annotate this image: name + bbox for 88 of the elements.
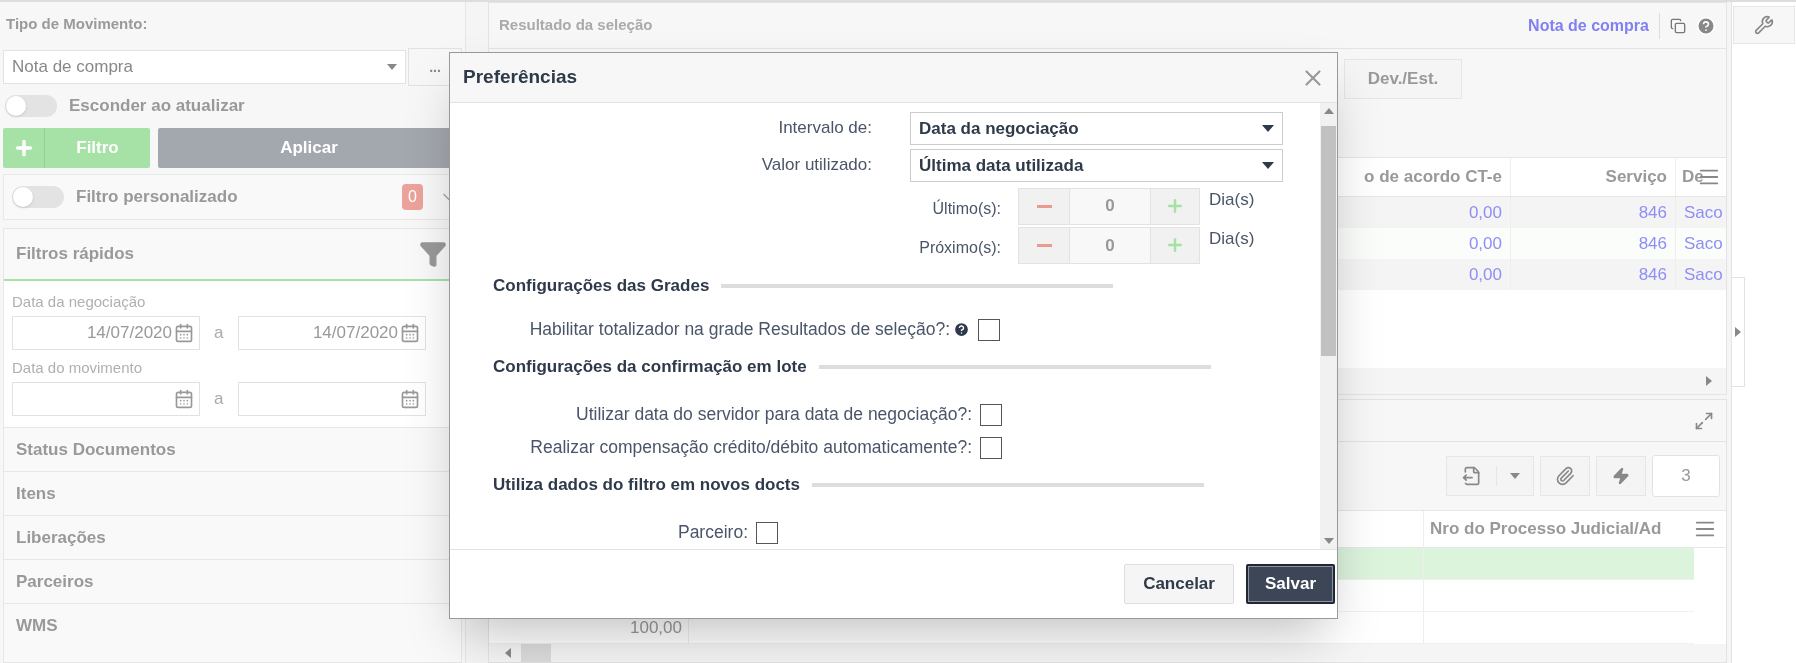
unit-label: Dia(s)	[1209, 227, 1255, 250]
decrement-button[interactable]	[1018, 226, 1070, 264]
caret-icon[interactable]	[1510, 471, 1520, 481]
caret-icon	[1262, 124, 1274, 133]
decrement-button[interactable]	[1018, 187, 1070, 225]
settings-button[interactable]	[1733, 6, 1795, 44]
range-separator: a	[214, 388, 224, 411]
help-icon	[1696, 15, 1716, 36]
field-label: Data da negociação	[12, 292, 147, 312]
file-export-icon	[1461, 466, 1482, 486]
toggle-label: Esconder ao atualizar	[69, 95, 245, 118]
scrollbar[interactable]	[1320, 103, 1337, 549]
number-field[interactable]: 0	[1070, 226, 1150, 264]
windows-icon	[1670, 17, 1686, 34]
checkbox[interactable]	[980, 436, 1002, 459]
option-label: Realizar compensação crédito/débito automaticamente?:	[530, 436, 972, 460]
help-icon	[953, 321, 970, 338]
wrench-icon	[1754, 15, 1774, 35]
date-field[interactable]: 14/07/2020	[238, 316, 426, 350]
option-label: Habilitar totalizador na grade Resultados de seleção?:	[529, 318, 950, 342]
column-header[interactable]: o de acordo CT-e	[1339, 158, 1511, 196]
tab[interactable]: Dev./Est.	[1344, 59, 1462, 99]
table-cell-text: Saco	[1683, 201, 1724, 224]
column-header[interactable]: Nro do Processo Judicial/Ad	[1424, 511, 1694, 547]
dialog-title: Preferências	[463, 65, 578, 90]
cancel-button[interactable]: Cancelar	[1124, 564, 1234, 604]
select-field[interactable]: Última data utilizada	[910, 149, 1283, 183]
column-header[interactable]: De	[1676, 158, 1704, 196]
toggle-label: Filtro personalizado	[76, 186, 239, 209]
paperclip-icon	[1555, 466, 1575, 486]
toggle-switch[interactable]	[12, 186, 64, 208]
field-label: Valor utilizado:	[760, 154, 872, 177]
number-field[interactable]: 0	[1070, 187, 1150, 225]
section-heading: Utiliza dados do filtro em novos docts	[493, 474, 800, 497]
caret-icon	[1262, 161, 1274, 170]
count-field: 3	[1652, 455, 1720, 497]
attachment-button[interactable]	[1540, 456, 1590, 496]
date-field[interactable]: 14/07/2020	[12, 316, 200, 350]
unit-label: Dia(s)	[1209, 188, 1255, 211]
minus-icon	[1036, 243, 1052, 247]
minus-icon	[1036, 204, 1052, 208]
calendar-icon	[400, 323, 420, 343]
table-cell-text: Saco	[1683, 232, 1724, 255]
range-separator: a	[214, 322, 224, 345]
scroll-left-arrow[interactable]	[503, 648, 513, 658]
field-label: Data do movimento	[12, 358, 144, 378]
option-label: Utilizar data do servidor para data de negociação?:	[576, 403, 972, 427]
table-cell: 0,00	[1339, 259, 1511, 290]
date-field[interactable]	[238, 382, 426, 416]
toggle-switch[interactable]	[5, 95, 57, 117]
field-label: Intervalo de:	[777, 117, 872, 139]
table-cell-text: Saco	[1683, 263, 1724, 286]
panel-title: Filtros rápidos	[16, 243, 135, 266]
side-panel-toggle[interactable]	[1731, 277, 1745, 387]
checkbox[interactable]	[756, 521, 778, 544]
calendar-icon	[174, 323, 194, 343]
count-badge: 0	[402, 184, 423, 210]
funnel-icon	[419, 240, 447, 268]
caret-icon[interactable]	[387, 62, 397, 72]
section-heading: Configurações da confirmação em lote	[493, 356, 807, 379]
action-button[interactable]	[1596, 456, 1646, 496]
section-heading: Configurações das Grades	[493, 275, 710, 298]
select-field[interactable]: Data da negociação	[910, 112, 1283, 145]
field-label: Próximo(s):	[918, 238, 1001, 259]
table-cell: 846	[1511, 259, 1676, 290]
option-label: Parceiro:	[677, 521, 748, 545]
table-cell-text: 100,00	[630, 616, 682, 639]
scroll-down-arrow[interactable]	[1323, 536, 1334, 546]
column-header[interactable]: Serviço	[1511, 158, 1676, 196]
field-label: Tipo de Movimento:	[6, 15, 148, 32]
checkbox[interactable]	[980, 403, 1002, 426]
expand-arrow[interactable]	[1733, 327, 1743, 337]
document-type-link[interactable]: Nota de compra	[1528, 13, 1649, 38]
checkbox[interactable]	[978, 318, 1000, 341]
scroll-thumb[interactable]	[521, 644, 551, 662]
calendar-icon	[400, 389, 420, 409]
movement-type-select[interactable]: Nota de compra	[3, 50, 406, 84]
panel-title: Resultado da seleção	[499, 15, 653, 36]
calendar-icon	[174, 389, 194, 409]
lightning-icon	[1612, 467, 1630, 485]
expand-icon	[1694, 410, 1714, 431]
save-button[interactable]: Salvar	[1245, 564, 1335, 604]
scroll-up-arrow[interactable]	[1323, 106, 1334, 116]
scroll-right-arrow[interactable]	[1704, 376, 1714, 386]
field-label: Último(s):	[931, 198, 1001, 220]
add-filter-button[interactable]: Filtro	[3, 128, 150, 168]
export-button[interactable]	[1446, 456, 1534, 496]
date-field[interactable]	[12, 382, 200, 416]
